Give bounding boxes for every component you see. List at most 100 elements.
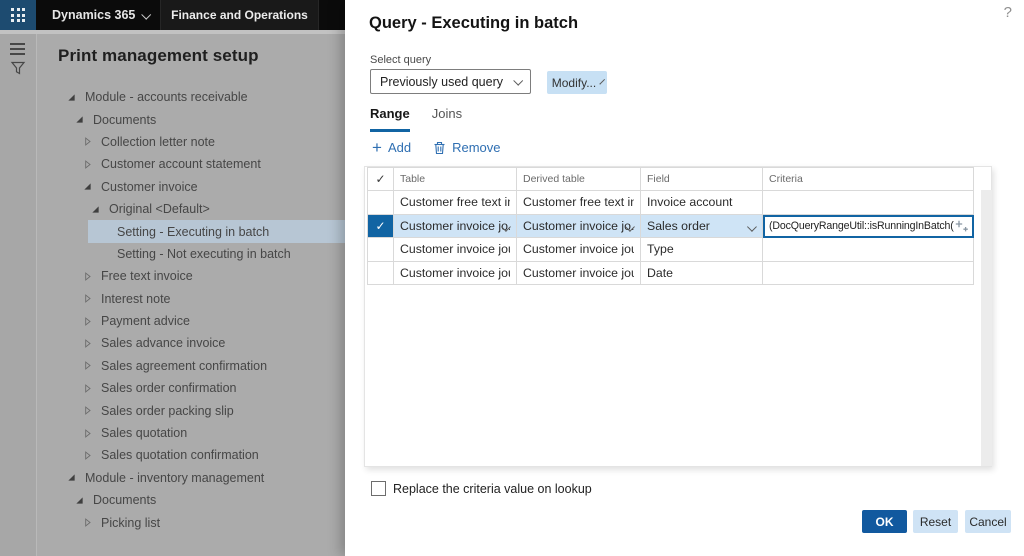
criteria-text: (DocQueryRangeUtil::isRunningInBatch()) (769, 220, 954, 233)
help-icon[interactable]: ? (1004, 4, 1012, 21)
page-title: Print management setup (58, 46, 259, 65)
tree-item[interactable]: Original <Default> (37, 198, 345, 220)
tree-collapsed-icon[interactable] (83, 294, 101, 304)
tree-expanded-icon[interactable] (67, 473, 85, 482)
column-header-derived-table[interactable]: Derived table (517, 168, 641, 191)
cell-criteria[interactable] (763, 238, 974, 262)
tree-item[interactable]: Documents (37, 489, 345, 511)
tree-item[interactable]: Interest note (37, 288, 345, 310)
tree-collapsed-icon[interactable] (83, 451, 101, 460)
cell-field[interactable]: Invoice account (641, 191, 763, 215)
tree-item[interactable]: Payment advice (37, 310, 345, 332)
tree-expanded-icon[interactable] (91, 205, 109, 214)
cell-field[interactable]: Sales order (641, 214, 763, 238)
remove-label: Remove (452, 140, 501, 155)
modify-button[interactable]: Modify... (547, 71, 607, 94)
tree-expanded-icon[interactable] (75, 496, 93, 505)
cell-text: Customer free text inv... (400, 195, 510, 210)
row-select-cell[interactable] (368, 238, 394, 262)
column-header-field[interactable]: Field (641, 168, 763, 191)
dynamics-365-menu[interactable]: Dynamics 365 (52, 0, 152, 30)
tab-joins[interactable]: Joins (432, 106, 462, 132)
select-all-header[interactable]: ✓ (368, 168, 394, 191)
tree-collapsed-icon[interactable] (83, 316, 101, 326)
tree-collapsed-icon[interactable] (83, 137, 101, 147)
table-row[interactable]: Customer invoice jour... Customer invoice… (368, 261, 974, 285)
tree-item[interactable]: Module - accounts receivable (37, 86, 345, 108)
tree-expanded-icon[interactable] (75, 115, 93, 124)
print-management-tree: Module - accounts receivable Documents Col… (37, 86, 345, 534)
tree-collapsed-icon[interactable] (83, 406, 101, 416)
cell-derived[interactable]: Customer invoice jour... (517, 238, 641, 262)
select-query-value: Previously used query (380, 74, 503, 89)
tree-item-label: Setting - Not executing in batch (117, 246, 291, 261)
cell-table[interactable]: Customer invoice jour... (394, 238, 517, 262)
reset-button[interactable]: Reset (913, 510, 958, 533)
tree-item[interactable]: Module - inventory management (37, 467, 345, 489)
tree-collapsed-icon[interactable] (83, 361, 101, 371)
tree-collapsed-icon[interactable] (83, 339, 101, 348)
hamburger-menu-icon[interactable] (10, 43, 25, 58)
row-select-cell[interactable] (368, 191, 394, 215)
tree-expanded-icon[interactable] (83, 182, 101, 191)
filter-icon[interactable] (10, 60, 26, 76)
cell-criteria[interactable] (763, 191, 974, 215)
remove-button[interactable]: Remove (433, 140, 501, 155)
query-dialog: ? Query - Executing in batch Select quer… (345, 0, 1024, 556)
table-row[interactable]: Customer invoice jour... Customer invoice… (368, 238, 974, 262)
cancel-button[interactable]: Cancel (965, 510, 1011, 533)
dialog-title: Query - Executing in batch (369, 14, 579, 32)
grid-scrollbar[interactable] (981, 190, 992, 466)
cell-derived[interactable]: Customer invoice jo... (517, 214, 641, 238)
tree-item[interactable]: Free text invoice (37, 265, 345, 287)
row-select-cell[interactable] (368, 261, 394, 285)
tree-item[interactable]: Sales agreement confirmation (37, 355, 345, 377)
cell-field[interactable]: Date (641, 261, 763, 285)
table-row[interactable]: Customer free text inv... Customer free t… (368, 191, 974, 215)
tree-item-label: Module - inventory management (85, 470, 265, 485)
app-launcher-button[interactable] (0, 0, 36, 30)
tree-collapsed-icon[interactable] (83, 518, 101, 527)
tree-item-label: Sales quotation confirmation (101, 448, 259, 463)
tree-collapsed-icon[interactable] (83, 383, 101, 393)
cell-criteria[interactable]: (DocQueryRangeUtil::isRunningInBatch()) (763, 214, 974, 238)
cell-criteria[interactable] (763, 261, 974, 285)
tree-item[interactable]: Documents (37, 108, 345, 130)
ok-button[interactable]: OK (862, 510, 907, 533)
tree-item[interactable]: Sales order confirmation (37, 377, 345, 399)
table-row[interactable]: ✓ Customer invoice jo... Customer invoice … (368, 214, 974, 238)
grid-toolbar: + Add Remove (372, 139, 501, 156)
cell-table[interactable]: Customer invoice jo... (394, 214, 517, 238)
tree-item[interactable]: Sales advance invoice (37, 332, 345, 354)
tab-range[interactable]: Range (370, 106, 410, 132)
select-query-dropdown[interactable]: Previously used query (370, 69, 531, 94)
tree-expanded-icon[interactable] (67, 93, 85, 102)
tree-collapsed-icon[interactable] (83, 160, 101, 169)
tree-item[interactable]: Sales order packing slip (37, 399, 345, 421)
tree-item[interactable]: Setting - Executing in batch (37, 220, 345, 243)
cell-table[interactable]: Customer invoice jour... (394, 261, 517, 285)
replace-criteria-checkbox[interactable] (371, 481, 386, 496)
tree-collapsed-icon[interactable] (83, 428, 101, 438)
column-header-table[interactable]: Table (394, 168, 517, 191)
row-select-cell[interactable]: ✓ (368, 214, 394, 238)
tree-item[interactable]: Customer invoice (37, 176, 345, 198)
tree-item[interactable]: Sales quotation (37, 422, 345, 444)
cell-text: Customer invoice jour... (400, 242, 510, 257)
tree-item[interactable]: Picking list (37, 511, 345, 533)
cell-derived[interactable]: Customer free text inv... (517, 191, 641, 215)
suite-name-button[interactable]: Finance and Operations (161, 0, 318, 30)
cell-text: Invoice account (647, 195, 733, 210)
add-button[interactable]: + Add (372, 139, 411, 156)
column-header-criteria[interactable]: Criteria (763, 168, 974, 191)
open-lookup-icon[interactable] (955, 220, 969, 232)
cell-field[interactable]: Type (641, 238, 763, 262)
tree-item[interactable]: Setting - Not executing in batch (37, 243, 345, 265)
tree-item[interactable]: Collection letter note (37, 131, 345, 153)
tree-item[interactable]: Customer account statement (37, 153, 345, 175)
cell-table[interactable]: Customer free text inv... (394, 191, 517, 215)
tree-item-label: Module - accounts receivable (85, 90, 248, 105)
tree-item[interactable]: Sales quotation confirmation (37, 444, 345, 466)
tree-collapsed-icon[interactable] (83, 271, 101, 281)
cell-derived[interactable]: Customer invoice jour... (517, 261, 641, 285)
